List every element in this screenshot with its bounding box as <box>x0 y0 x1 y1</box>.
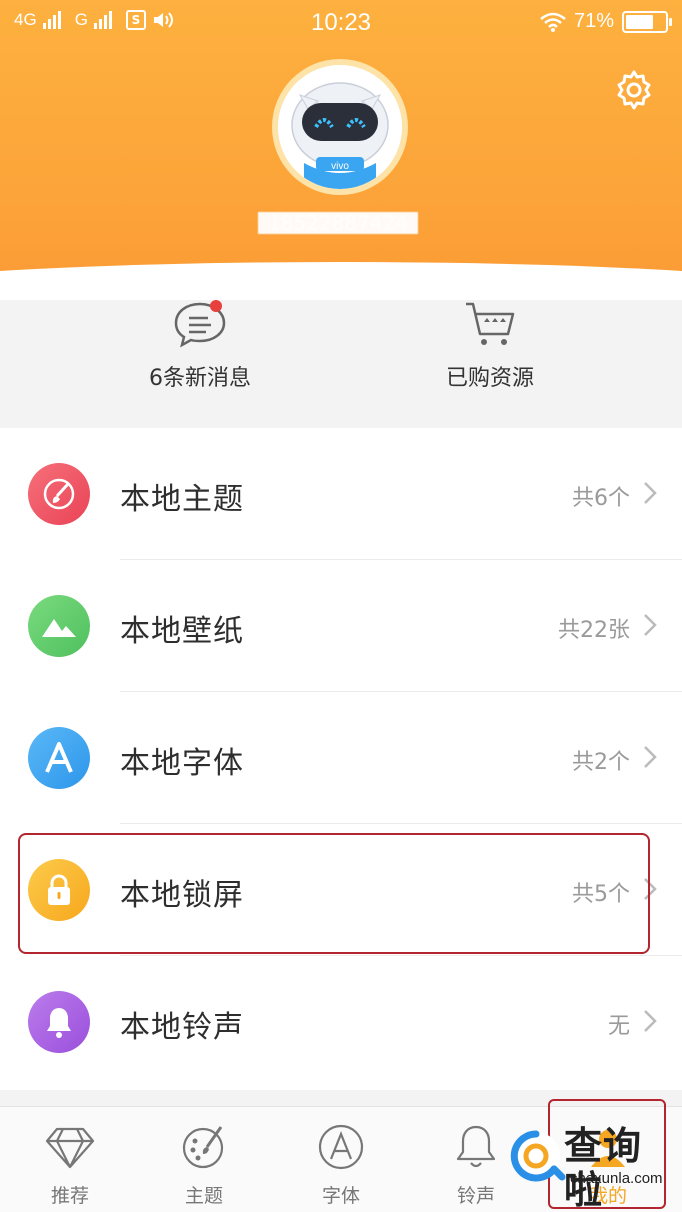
list-item-label: 本地壁纸 <box>120 614 244 649</box>
messages-label: 6条新消息 <box>149 366 251 391</box>
tab-recommend[interactable]: 推荐 <box>20 1123 120 1208</box>
messages-button[interactable]: 6条新消息 <box>100 298 300 392</box>
mountain-icon <box>28 595 90 657</box>
chevron-right-icon <box>644 482 657 504</box>
watermark-logo-icon <box>510 1130 566 1182</box>
wifi-icon <box>540 12 566 32</box>
avatar[interactable]: vivo <box>272 59 408 195</box>
tab-label: 主题 <box>184 1185 223 1207</box>
profile-header: 4G G S 10:23 71% vivo 18522887424 <box>0 0 682 300</box>
chevron-right-icon <box>644 746 657 768</box>
chevron-right-icon <box>644 614 657 636</box>
list-item-count: 共2个 <box>572 750 630 775</box>
watermark-title: 查询啦 <box>564 1124 643 1212</box>
palette-icon <box>182 1126 224 1169</box>
username: 18522887424 <box>258 212 418 234</box>
tab-label: 推荐 <box>50 1185 89 1207</box>
list-item-label: 本地铃声 <box>120 1010 244 1045</box>
watermark-url: chaxunla.com <box>570 1170 663 1187</box>
list-item-count: 无 <box>607 1014 630 1039</box>
chevron-right-icon <box>644 1010 657 1032</box>
list-item-local-fonts[interactable]: 本地字体 共2个 <box>0 692 682 824</box>
annotation-highlight-lockscreen <box>18 833 650 954</box>
bell-icon <box>28 991 90 1053</box>
letter-a-icon <box>28 727 90 789</box>
brush-icon <box>28 463 90 525</box>
purchased-label: 已购资源 <box>445 366 534 391</box>
settings-gear-icon[interactable] <box>612 68 656 112</box>
tab-themes[interactable]: 主题 <box>154 1123 254 1208</box>
list-item-label: 本地主题 <box>120 482 244 517</box>
battery-percent: 71% <box>573 10 614 32</box>
list-item-local-themes[interactable]: 本地主题 共6个 <box>0 428 682 560</box>
battery-icon <box>622 10 672 33</box>
svg-text:vivo: vivo <box>331 161 349 172</box>
tab-label: 字体 <box>321 1185 360 1207</box>
font-icon <box>318 1124 364 1170</box>
list-item-label: 本地字体 <box>120 746 244 781</box>
list-item-count: 共22张 <box>558 618 630 643</box>
status-bar: 4G G S 10:23 71% <box>0 0 682 46</box>
unread-dot <box>210 300 222 312</box>
cart-icon <box>466 302 515 345</box>
tab-fonts[interactable]: 字体 <box>291 1123 391 1208</box>
list-item-local-ringtones[interactable]: 本地铃声 无 <box>0 956 682 1088</box>
bell-icon <box>456 1125 496 1168</box>
list-item-count: 共6个 <box>572 486 630 511</box>
diamond-icon <box>45 1127 95 1169</box>
watermark: 查询啦 chaxunla.com <box>508 1124 678 1212</box>
local-resources-list: 本地主题 共6个 本地壁纸 共22张 本地字体 共2个 本地锁屏 共5个 本地铃… <box>0 428 682 1090</box>
purchased-button[interactable]: 已购资源 <box>390 298 590 392</box>
quick-actions: 6条新消息 已购资源 <box>0 262 682 412</box>
robot-mascot-icon: vivo <box>278 65 402 189</box>
list-item-local-wallpapers[interactable]: 本地壁纸 共22张 <box>0 560 682 692</box>
